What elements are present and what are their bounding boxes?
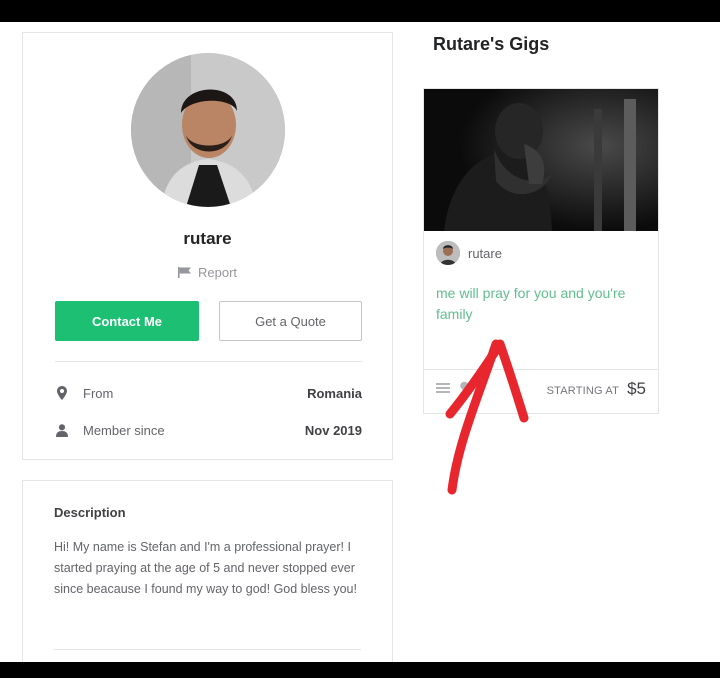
- description-card: Description Hi! My name is Stefan and I'…: [22, 480, 393, 662]
- stat-row-from: From Romania: [55, 383, 362, 403]
- description-title: Description: [54, 505, 126, 520]
- contact-me-button[interactable]: Contact Me: [55, 301, 199, 341]
- avatar-photo: [131, 53, 285, 207]
- stat-label: Member since: [83, 422, 165, 438]
- seller-profile-card: rutare Report Contact Me Get a Quote Fro…: [22, 32, 393, 460]
- report-label: Report: [197, 265, 238, 280]
- divider: [55, 361, 362, 362]
- gig-title-link[interactable]: me will pray for you and you're family: [436, 283, 636, 325]
- stat-row-member-since: Member since Nov 2019: [55, 420, 362, 440]
- gig-thumbnail[interactable]: [424, 89, 658, 231]
- divider: [424, 369, 658, 370]
- stat-value: Romania: [307, 385, 362, 401]
- divider: [54, 649, 361, 650]
- gigs-section-title: Rutare's Gigs: [433, 34, 550, 54]
- gig-seller[interactable]: rutare: [436, 241, 502, 265]
- starting-at-label: STARTING AT: [546, 385, 620, 397]
- location-pin-icon: [55, 386, 69, 400]
- gig-actions: [436, 381, 476, 400]
- heart-icon[interactable]: [460, 381, 476, 400]
- seller-name: rutare: [468, 245, 502, 261]
- gig-card[interactable]: rutare me will pray for you and you're f…: [423, 88, 659, 414]
- description-text: Hi! My name is Stefan and I'm a professi…: [54, 540, 357, 596]
- stat-value: Nov 2019: [304, 422, 362, 438]
- username: rutare: [183, 229, 232, 248]
- gig-price: STARTING AT $5: [547, 379, 646, 399]
- report-link[interactable]: Report: [23, 265, 392, 280]
- avatar[interactable]: [131, 53, 285, 207]
- gig-thumbnail-image: [424, 89, 658, 231]
- user-icon: [55, 423, 69, 437]
- seller-avatar: [436, 241, 460, 265]
- flag-icon: [177, 267, 191, 278]
- price-value: $5: [627, 379, 646, 398]
- profile-page: rutare Report Contact Me Get a Quote Fro…: [0, 22, 720, 662]
- get-a-quote-button[interactable]: Get a Quote: [219, 301, 362, 341]
- menu-icon[interactable]: [436, 381, 450, 400]
- stat-label: From: [83, 385, 114, 401]
